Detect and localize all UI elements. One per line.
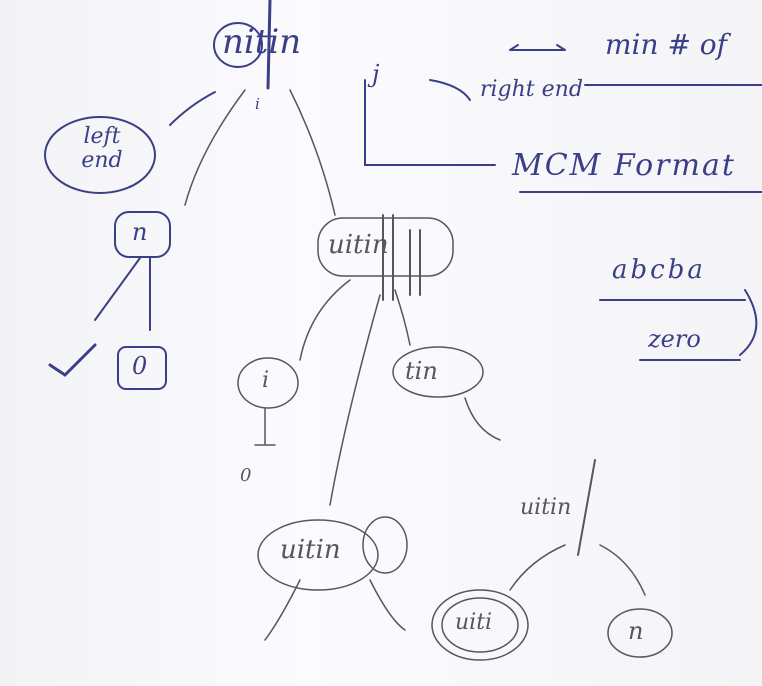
middle-left-leaf: 0 [240,465,252,486]
example-result: zero [648,325,701,353]
root-word: nitin [222,22,302,62]
note-right-end: right end [480,77,583,102]
bottom-right-node: uitin [520,495,572,520]
bottom-left-node: uitin [280,535,341,565]
left-node-n: n [132,218,148,246]
middle-left-child: i [262,368,270,393]
bottom-right-right-child: n [628,617,644,645]
bottom-right-left-child: uiti [455,610,493,635]
arrow-left-end [169,91,216,126]
arrow-mcm [364,79,496,166]
note-mcm-format: MCM Format [512,148,736,183]
root-i-marker: i [255,95,260,113]
whiteboard: nitin i j min # of right end MCM Format … [0,0,762,686]
note-left-end: left end [81,124,123,173]
left-leaf-zero: 0 [132,352,148,380]
note-min-ops: min # of [605,28,728,61]
check-icon [48,343,97,377]
root-j-marker: j [372,60,380,88]
middle-node: uitin [328,230,389,260]
middle-right-child: tin [405,357,438,385]
example-string: abcba [612,255,706,285]
